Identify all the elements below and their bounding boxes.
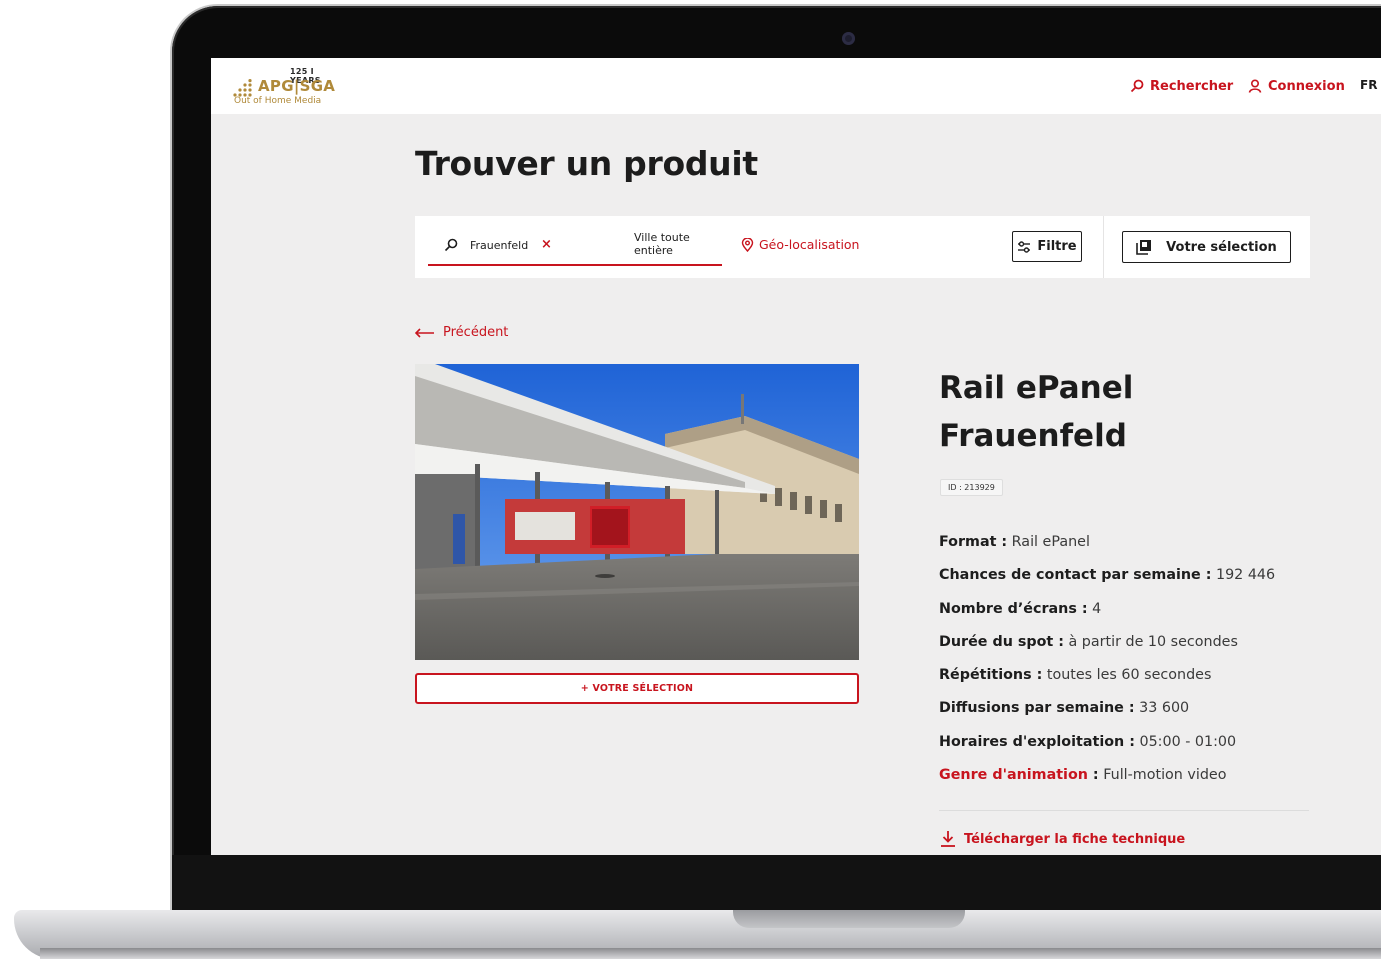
site-header: 125 I YEARS APG|SGA Out of Home Media Re… xyxy=(211,58,1381,114)
logo[interactable]: 125 I YEARS APG|SGA Out of Home Media xyxy=(233,66,343,106)
filter-label: Filtre xyxy=(1037,239,1077,254)
spec-repetitions: Répétitions : toutes les 60 secondes xyxy=(939,667,1212,684)
spec-list: Format : Rail ePanel Chances de contact … xyxy=(939,534,1339,800)
camera-icon xyxy=(842,32,855,45)
laptop-notch xyxy=(733,910,965,928)
spec-format: Format : Rail ePanel xyxy=(939,534,1090,550)
sliders-icon xyxy=(1018,240,1031,253)
collection-icon xyxy=(1136,240,1152,255)
back-link[interactable]: Précédent xyxy=(415,325,508,340)
product-photo xyxy=(415,364,859,660)
download-datasheet-link[interactable]: Télécharger la fiche technique xyxy=(940,830,1185,848)
spec-contacts: Chances de contact par semaine : 192 446 xyxy=(939,567,1276,584)
spec-animation-type: Genre d'animation : Full-motion video xyxy=(939,767,1227,784)
your-selection-label: Votre sélection xyxy=(1166,239,1277,255)
search-query: Frauenfeld xyxy=(470,239,529,252)
filter-button[interactable]: Filtre xyxy=(1012,231,1082,262)
laptop-bezel xyxy=(172,855,1381,912)
clear-search-button[interactable]: × xyxy=(541,237,552,252)
search-bar: Frauenfeld × Ville toute entière Géo-loc… xyxy=(415,216,1310,278)
back-link-label: Précédent xyxy=(443,325,509,340)
search-link[interactable]: Rechercher xyxy=(1130,77,1233,95)
spec-operating-hours: Horaires d'exploitation : 05:00 - 01:00 xyxy=(939,733,1237,750)
search-icon xyxy=(1130,79,1144,93)
logo-dots-icon xyxy=(233,79,252,97)
search-scope[interactable]: Ville toute entière xyxy=(634,231,714,257)
geolocation-button[interactable]: Géo-localisation xyxy=(741,237,859,252)
search-icon xyxy=(444,238,458,252)
spec-screens: Nombre d’écrans : 4 xyxy=(939,600,1102,617)
geolocation-label: Géo-localisation xyxy=(759,237,860,252)
location-search-field[interactable]: Frauenfeld × Ville toute entière xyxy=(428,228,722,266)
browser-screen: 125 I YEARS APG|SGA Out of Home Media Re… xyxy=(211,58,1381,855)
logo-tagline: Out of Home Media xyxy=(234,96,322,106)
product-id-badge: ID : 213929 xyxy=(940,479,1003,496)
location-pin-icon xyxy=(741,237,754,252)
product-title: Rail ePanel Frauenfeld xyxy=(939,370,1134,454)
search-link-label: Rechercher xyxy=(1150,78,1234,94)
divider xyxy=(939,810,1309,811)
download-label: Télécharger la fiche technique xyxy=(964,831,1186,847)
spec-spot-duration: Durée du spot : à partir de 10 secondes xyxy=(939,633,1238,650)
login-link[interactable]: Connexion xyxy=(1248,77,1345,95)
laptop-base-edge xyxy=(40,948,1381,959)
arrow-left-icon xyxy=(415,327,434,338)
user-icon xyxy=(1248,79,1262,93)
login-link-label: Connexion xyxy=(1268,78,1345,94)
page-title: Trouver un produit xyxy=(415,144,758,183)
your-selection-button[interactable]: Votre sélection xyxy=(1122,231,1291,263)
spec-broadcasts: Diffusions par semaine : 33 600 xyxy=(939,700,1190,717)
divider xyxy=(1103,216,1104,278)
add-to-selection-button[interactable]: + VOTRE SÉLECTION xyxy=(415,673,859,704)
download-icon xyxy=(941,831,955,847)
animation-type-link[interactable]: Genre d'animation xyxy=(939,767,1088,783)
language-switcher[interactable]: FR xyxy=(1360,78,1377,92)
logo-brand: APG|SGA xyxy=(258,77,336,95)
